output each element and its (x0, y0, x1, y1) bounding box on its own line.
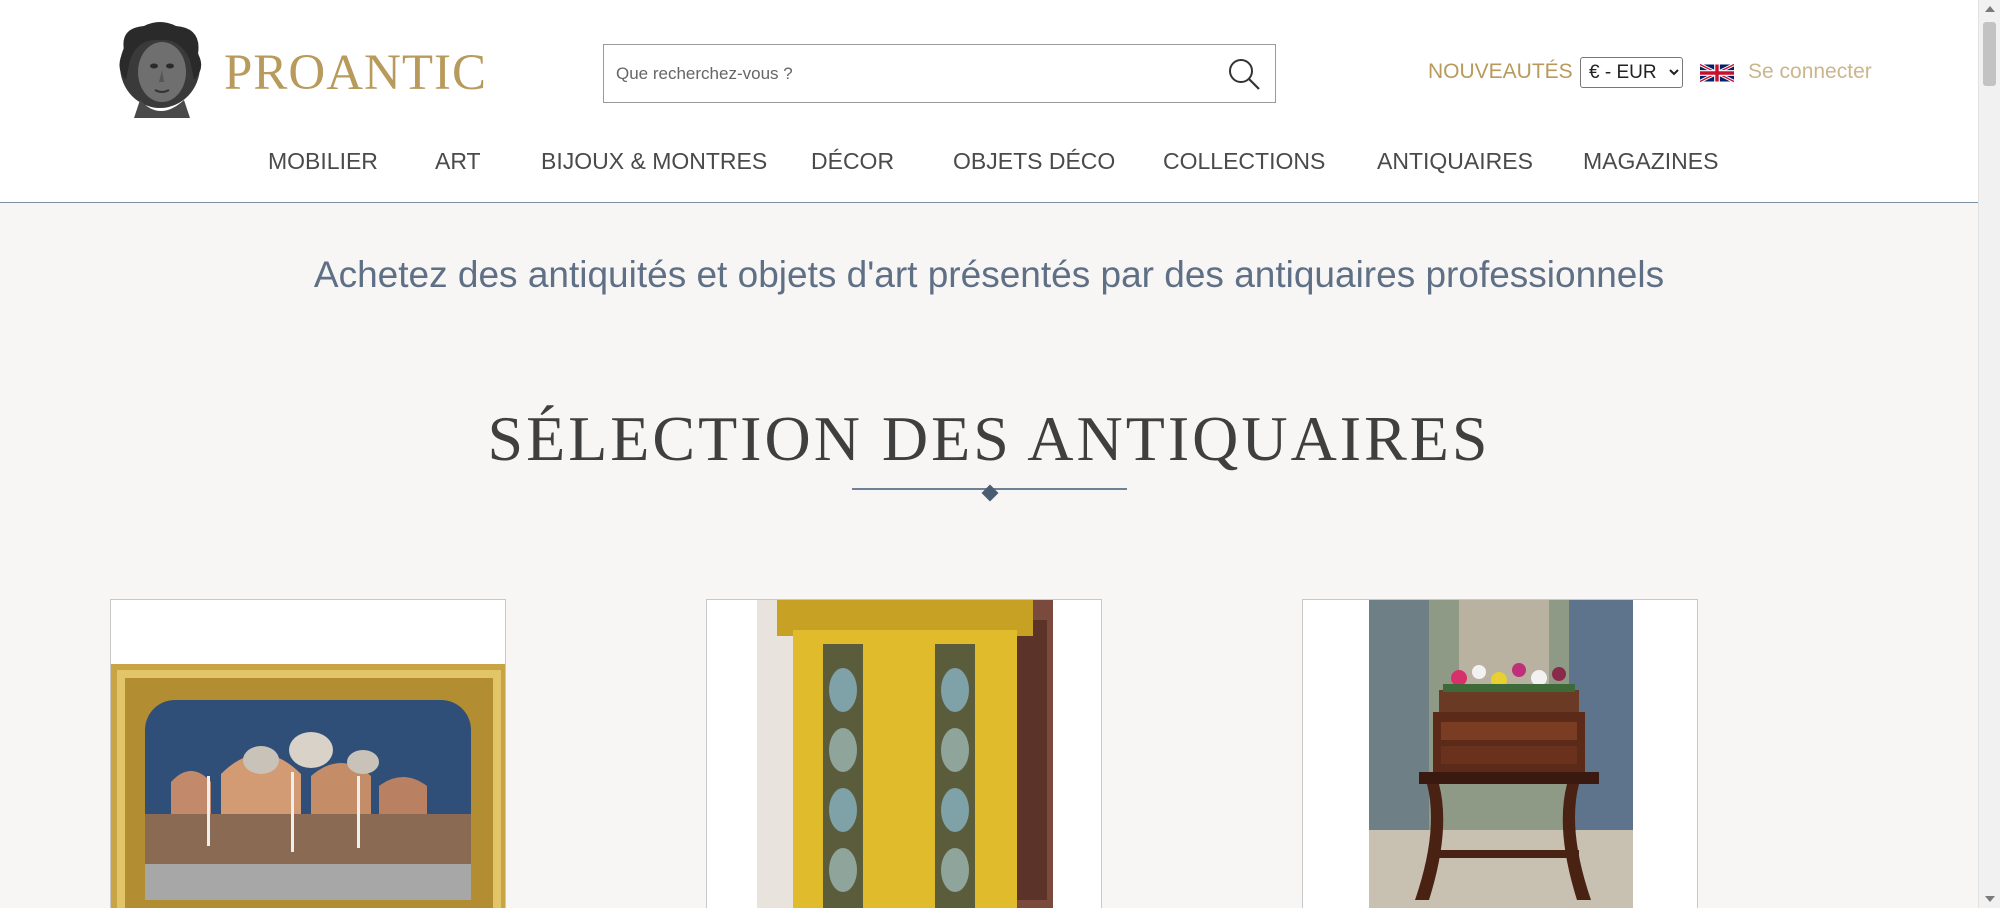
search-button[interactable] (1223, 53, 1265, 95)
nav-item-objets-deco[interactable]: OBJETS DÉCO (953, 148, 1115, 175)
main-nav: MOBILIER ART BIJOUX & MONTRES DÉCOR OBJE… (0, 148, 1978, 182)
page-scrollbar[interactable] (1978, 0, 2000, 908)
nav-item-art[interactable]: ART (435, 148, 481, 175)
section-title: SÉLECTION DES ANTIQUAIRES (487, 403, 1491, 474)
scroll-down-arrow-icon[interactable] (1985, 896, 1995, 902)
search-icon (1229, 59, 1260, 90)
mahogany-table-image (1369, 600, 1633, 908)
uk-flag-icon[interactable] (1700, 61, 1734, 85)
product-card-1[interactable] (110, 599, 506, 908)
product-card-2[interactable] (706, 599, 1102, 908)
search-input[interactable] (616, 45, 1206, 102)
nav-item-antiquaires[interactable]: ANTIQUAIRES (1377, 148, 1533, 175)
logo-text[interactable]: PROANTIC (224, 44, 487, 102)
nav-item-mobilier[interactable]: MOBILIER (268, 148, 378, 175)
gilded-column-image (757, 600, 1053, 908)
scroll-up-arrow-icon[interactable] (1985, 6, 1995, 12)
currency-select[interactable]: € - EUR (1580, 57, 1683, 88)
nav-item-decor[interactable]: DÉCOR (811, 148, 894, 175)
nav-item-collections[interactable]: COLLECTIONS (1163, 148, 1325, 175)
nav-item-bijoux-montres[interactable]: BIJOUX & MONTRES (541, 148, 767, 175)
login-link[interactable]: Se connecter (1748, 60, 1872, 84)
venice-painting-image (111, 664, 505, 908)
nav-item-magazines[interactable]: MAGAZINES (1583, 148, 1718, 175)
scrollbar-thumb[interactable] (1983, 22, 1996, 86)
site-header: PROANTIC NOUVEAUTÉS € - EUR Se connecter… (0, 0, 1978, 203)
logo-bust-icon[interactable] (110, 20, 210, 122)
news-link[interactable]: NOUVEAUTÉS (1428, 60, 1573, 84)
tagline: Achetez des antiquités et objets d'art p… (313, 254, 1665, 295)
search-bar (603, 44, 1276, 103)
product-card-3[interactable] (1302, 599, 1698, 908)
